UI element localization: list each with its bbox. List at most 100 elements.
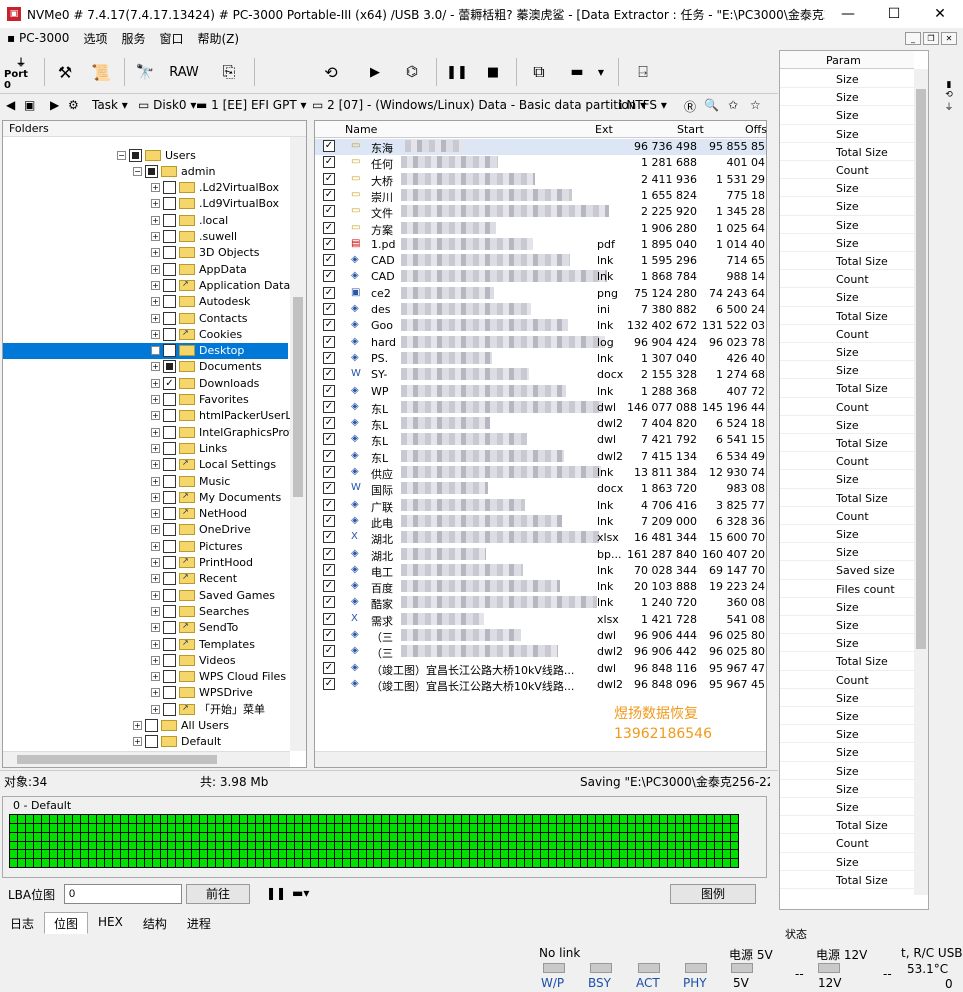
r-icon[interactable]: Ⓡ (684, 98, 696, 115)
folder-item[interactable]: + Local Settings (151, 457, 276, 473)
folder-item[interactable]: + ✓ Downloads (151, 375, 259, 391)
folders-vscroll[interactable] (290, 137, 306, 751)
file-row[interactable]: ✓ ◈ （竣工图）宜昌长江公路大桥10kV线路... dwl2 96 848 096 95… (315, 677, 766, 693)
file-checkbox[interactable]: ✓ (323, 237, 335, 250)
folder-checkbox[interactable] (163, 230, 176, 243)
expand-icon[interactable]: + (151, 541, 160, 551)
col-start[interactable]: Start (677, 123, 704, 136)
expand-icon[interactable]: + (151, 232, 160, 241)
file-checkbox[interactable]: ✓ (323, 645, 335, 658)
mdi-close-button[interactable]: ✕ (941, 31, 957, 45)
folder-item[interactable]: + IntelGraphicsProfiles (151, 424, 306, 440)
file-checkbox[interactable]: ✓ (323, 156, 335, 169)
files-hscroll[interactable] (315, 751, 766, 767)
menu-service[interactable]: 服务 (114, 30, 152, 47)
mdi-restore-button[interactable]: ❐ (923, 31, 939, 45)
folder-checkbox[interactable] (163, 409, 176, 423)
expand-icon[interactable]: + (151, 688, 160, 698)
folder-checkbox[interactable] (145, 164, 158, 178)
folder-item[interactable]: + Favorites (151, 392, 249, 408)
tab-bitmap[interactable]: 位图 (44, 912, 89, 934)
disk-dropdown[interactable]: ▭ Disk0 ▾ (138, 98, 196, 112)
expand-icon[interactable]: + (151, 704, 160, 714)
exit-icon[interactable]: ⍈ (630, 56, 656, 88)
folder-item[interactable]: + Cookies (151, 326, 242, 342)
file-row[interactable]: ✓ ◈ 东L dwl 146 077 088 145 196 44 (315, 400, 766, 416)
folder-checkbox[interactable] (163, 604, 176, 618)
file-row[interactable]: ✓ ▣ ce2 png 75 124 280 74 243 64 (315, 286, 766, 302)
folder-checkbox[interactable] (163, 490, 176, 504)
folder-item[interactable]: + All Users (133, 718, 229, 734)
lba-input[interactable] (64, 884, 182, 904)
export-icon[interactable]: ⎘ (216, 56, 242, 88)
expand-icon[interactable]: + (151, 558, 160, 567)
mdi-minimize-button[interactable]: _ (905, 31, 921, 45)
file-row[interactable]: ✓ ◈ 广联 lnk 4 706 416 3 825 77 (315, 498, 766, 514)
folder-item[interactable]: + Contacts (151, 310, 248, 326)
folder-checkbox[interactable] (163, 360, 176, 374)
folder-item[interactable]: + .Ld9VirtualBox (151, 196, 279, 212)
expand-icon[interactable]: + (151, 411, 160, 421)
file-row[interactable]: ✓ ▭ 东海 96 736 498 95 855 85 (315, 139, 766, 155)
file-checkbox[interactable]: ✓ (323, 221, 335, 234)
folder-checkbox[interactable] (163, 197, 176, 211)
go-button[interactable]: 前往 (186, 884, 250, 904)
file-row[interactable]: ✓ ◈ CAD lnk 1 595 296 714 65 (315, 253, 766, 269)
binoculars-icon[interactable]: 🔭 (132, 56, 158, 88)
expand-icon[interactable]: − (133, 166, 142, 176)
col-name[interactable]: Name (345, 123, 377, 136)
expand-icon[interactable]: + (133, 721, 142, 730)
expand-icon[interactable]: + (151, 215, 160, 225)
file-checkbox[interactable]: ✓ (323, 384, 335, 397)
expand-icon[interactable]: + (151, 264, 160, 274)
folder-item[interactable]: + .local (151, 212, 228, 228)
file-checkbox[interactable]: ✓ (323, 270, 335, 283)
file-checkbox[interactable]: ✓ (323, 319, 335, 332)
map-vscroll[interactable] (750, 814, 764, 868)
menu-window[interactable]: 窗口 (152, 30, 190, 47)
expand-icon[interactable]: + (151, 590, 160, 600)
expand-icon[interactable]: + (151, 476, 160, 486)
file-row[interactable]: ✓ ◈ 电工 lnk 70 028 344 69 147 70 (315, 563, 766, 579)
tab-structure[interactable]: 结构 (133, 912, 177, 934)
folder-checkbox[interactable]: ✓ (163, 376, 176, 390)
folder-checkbox[interactable] (145, 735, 158, 749)
star-filter-icon[interactable]: ✩ (728, 98, 738, 112)
folder-checkbox[interactable] (163, 246, 176, 260)
expand-icon[interactable]: + (151, 509, 160, 519)
partition1-dropdown[interactable]: ▬ 1 [EE] EFI GPT ▾ (196, 98, 307, 112)
file-row[interactable]: ✓ ◈ 酷家 lnk 1 240 720 360 08 (315, 595, 766, 611)
folder-item[interactable]: − Users (117, 147, 196, 163)
file-checkbox[interactable]: ✓ (323, 596, 335, 609)
folder-item[interactable]: + .Ld2VirtualBox (151, 180, 279, 196)
file-row[interactable]: ✓ ◈ PS. lnk 1 307 040 426 40 (315, 351, 766, 367)
folder-checkbox[interactable] (163, 523, 176, 537)
file-checkbox[interactable]: ✓ (323, 629, 335, 641)
folder-item[interactable]: + PrintHood (151, 555, 253, 571)
folder-checkbox[interactable] (129, 148, 142, 162)
expand-icon[interactable]: + (151, 183, 160, 193)
chevron-down-icon[interactable]: ▼ (594, 56, 608, 88)
file-row[interactable]: ✓ X 湖北 xlsx 16 481 344 15 600 70 (315, 530, 766, 546)
task-dropdown[interactable]: Task ▾ (92, 98, 128, 112)
file-row[interactable]: ✓ ▭ 文件 2 225 920 1 345 28 (315, 204, 766, 220)
folder-item[interactable]: + WPSDrive (151, 685, 253, 701)
folder-item[interactable]: + Application Data (151, 277, 290, 293)
folder-checkbox[interactable] (163, 539, 176, 553)
file-checkbox[interactable]: ✓ (323, 482, 335, 495)
refresh-icon[interactable]: ⟲ (318, 56, 344, 88)
folder-checkbox[interactable] (163, 441, 176, 455)
file-row[interactable]: ✓ ◈ 供应 lnk 13 811 384 12 930 74 (315, 465, 766, 481)
folder-item[interactable]: + My Documents (151, 489, 281, 505)
file-row[interactable]: ✓ ◈ CAD lnk 1 868 784 988 14 (315, 269, 766, 285)
file-row[interactable]: ✓ ▭ 方案 1 906 280 1 025 64 (315, 221, 766, 237)
folder-checkbox[interactable] (163, 393, 176, 406)
expand-icon[interactable]: + (151, 606, 160, 616)
tools-icon[interactable]: ⚒ (52, 56, 78, 88)
file-row[interactable]: ✓ X 需求 xlsx 1 421 728 541 08 (315, 612, 766, 628)
file-row[interactable]: ✓ ▭ 崇川 1 655 824 775 18 (315, 188, 766, 204)
network-icon[interactable]: ⌬ (396, 56, 428, 88)
folder-checkbox[interactable] (163, 458, 176, 472)
status-tab[interactable]: 状态 (785, 926, 807, 942)
file-row[interactable]: ✓ ◈ 百度 lnk 20 103 888 19 223 24 (315, 579, 766, 595)
